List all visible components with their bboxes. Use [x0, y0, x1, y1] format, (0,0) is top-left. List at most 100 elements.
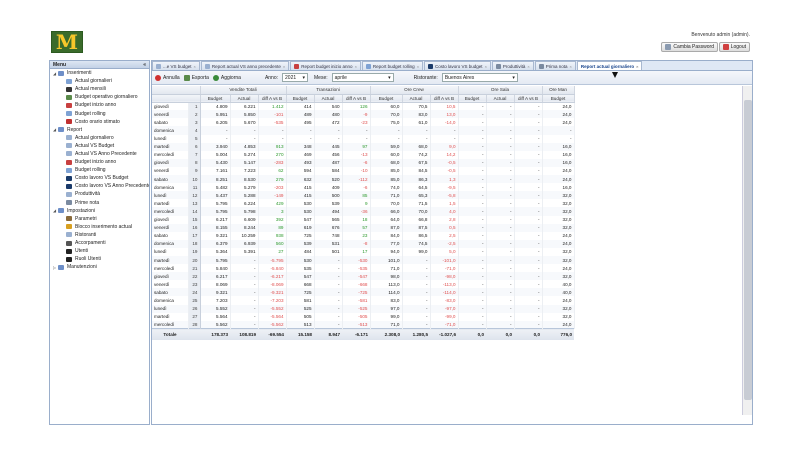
table-row[interactable]: domenica 4- - - - - - - - - - - - -	[152, 126, 575, 135]
sidebar-item-21[interactable]: Accorpamenti	[50, 239, 149, 247]
column-header[interactable]: Actual	[230, 94, 259, 103]
table-row[interactable]: lunedì 5- - - - - - - - - - - - -	[152, 134, 575, 143]
sidebar-item-1[interactable]: Actual giornalieri	[50, 77, 149, 85]
close-icon[interactable]: ×	[570, 64, 572, 69]
sidebar-item-3[interactable]: Budget operativo giornaliero	[50, 93, 149, 101]
table-row[interactable]: domenica 25 7.203- -7.203 581- -581 83,0- -83,0…	[152, 296, 575, 305]
cancel-button[interactable]: Annulla	[155, 74, 180, 81]
close-icon[interactable]: ×	[194, 64, 196, 69]
sidebar-item-23[interactable]: Ruoli Utenti	[50, 255, 149, 263]
close-icon[interactable]: ×	[636, 64, 638, 69]
close-icon[interactable]: ×	[355, 64, 357, 69]
tab-2[interactable]: Report budget inizio anno ×	[290, 61, 361, 70]
table-row[interactable]: martedì 6 3.940 4.853 913 348 445 97 59,0 68,0 9,0…	[152, 142, 575, 151]
column-header[interactable]: Actual	[402, 94, 431, 103]
sidebar-item-6[interactable]: Costo orario stimato	[50, 118, 149, 126]
column-header[interactable]: Budget	[286, 94, 315, 103]
sidebar-item-4[interactable]: Budget inizio anno	[50, 101, 149, 109]
value-cell: 4,0	[430, 207, 459, 216]
month-select[interactable]: aprile ▾	[331, 73, 394, 82]
value-cell: 6.205	[200, 118, 231, 127]
table-row[interactable]: domenica 18 6.379 6.939 560 539 531 -8 77,0 74,5-…	[152, 239, 575, 248]
restaurant-select[interactable]: Buenos Aires ▾	[441, 73, 518, 82]
sidebar-item-9[interactable]: Actual VS Budget	[50, 142, 149, 150]
column-header[interactable]: Budget	[370, 94, 403, 103]
column-header[interactable]: Budget	[542, 94, 575, 103]
table-row[interactable]: giovedì 8 5.430 5.147 -283 493 487 -6 68,0 67,5 -0…	[152, 158, 575, 167]
sidebar-item-19[interactable]: Blocco inserimento actual	[50, 223, 149, 231]
export-button[interactable]: Esporta	[183, 74, 209, 81]
sidebar-item-20[interactable]: Ristoranti	[50, 231, 149, 239]
sidebar-item-17[interactable]: ◢ Impostazioni	[50, 207, 149, 215]
table-row[interactable]: giovedì 22 6.217- -6.217 547- -547 98,0- -98,0-…	[152, 272, 575, 281]
column-header[interactable]: Actual	[314, 94, 343, 103]
table-row[interactable]: lunedì 19 5.364 5.391 27 484 501 17 94,0 99,0 5,0-…	[152, 247, 575, 256]
value-cell: 16,0	[542, 158, 575, 167]
table-row[interactable]: martedì 27 5.564- -5.564 505- -505 99,0- -99,0-…	[152, 312, 575, 321]
table-row[interactable]: mercoledì 7 5.004 5.274 270 469 456 -13 60,0 74,2…	[152, 150, 575, 159]
tab-3[interactable]: Report budget rolling ×	[361, 61, 424, 70]
close-icon[interactable]: ×	[527, 64, 529, 69]
year-select[interactable]: 2021 ▾	[282, 73, 309, 82]
close-icon[interactable]: ×	[485, 64, 487, 69]
column-header[interactable]: Budget	[458, 94, 487, 103]
table-row[interactable]: sabato 17 9.321 10.259 938 725 748 23 84,0 86,5 2,…	[152, 231, 575, 240]
table-row[interactable]: martedì 13 5.795 6.224 429 530 539 9 70,0 71,5 1,5…	[152, 199, 575, 208]
close-icon[interactable]: ×	[283, 64, 285, 69]
table-row[interactable]: giovedì 1 4.809 6.221 1.412 414 540 126 60,0 70,5…	[152, 102, 575, 111]
sidebar-item-7[interactable]: ◢ Report	[50, 126, 149, 134]
sidebar-item-24[interactable]: ▷ Manutenzioni	[50, 263, 149, 271]
table-row[interactable]: sabato 24 9.321- -9.321 725- -725 114,0- -114,0…	[152, 288, 575, 297]
tab-4[interactable]: Costo lavoro VS budget ×	[424, 61, 491, 70]
day-cell: mercoledì	[152, 320, 189, 329]
sidebar-item-8[interactable]: Actual giornaliero	[50, 134, 149, 142]
table-row[interactable]: martedì 20 5.795- -5.795 530- -530 101,0- -101,…	[152, 255, 575, 265]
collapse-icon[interactable]: «	[143, 62, 146, 68]
column-header[interactable]: diff A vs B	[430, 94, 459, 103]
table-row[interactable]: venerdì 16 8.155 8.244 89 619 676 57 87,0 87,5 0,5…	[152, 223, 575, 232]
sidebar-item-2[interactable]: Actual mensili	[50, 85, 149, 93]
tab-0[interactable]: ...e VS budget ×	[152, 61, 200, 70]
sidebar-item-0[interactable]: ◢ Inserimenti	[50, 69, 149, 77]
table-row[interactable]: domenica 11 5.482 5.279 -203 415 409 -6 74,0 64,5…	[152, 183, 575, 192]
tab-7[interactable]: Report actual giornaliero ×	[576, 61, 643, 70]
sidebar-item-11[interactable]: Budget inizio anno	[50, 158, 149, 166]
table-row[interactable]: giovedì 15 6.217 6.609 392 547 565 18 64,0 66,8 2,…	[152, 215, 575, 224]
column-header[interactable]: diff A vs B	[258, 94, 287, 103]
tab-1[interactable]: Report actual VS anno precedente ×	[200, 61, 290, 70]
tab-5[interactable]: Produttività ×	[491, 61, 534, 70]
table-row[interactable]: lunedì 12 5.437 5.288 -149 415 500 85 71,0 65,3 -5…	[152, 191, 575, 200]
sidebar-item-14[interactable]: Costo lavoro VS Anno Precedente	[50, 182, 149, 190]
table-row[interactable]: mercoledì 28 5.562- -5.562 513- -513 71,0- -71,…	[152, 320, 575, 329]
column-header[interactable]: diff A vs B	[342, 94, 371, 103]
table-row[interactable]: mercoledì 21 5.840- -5.840 535- -535 71,0- -71,…	[152, 264, 575, 273]
value-cell: -	[342, 134, 371, 143]
sidebar-item-15[interactable]: Produttività	[50, 190, 149, 198]
sidebar-item-12[interactable]: Budget rolling	[50, 166, 149, 174]
refresh-button[interactable]: Aggiorna	[212, 74, 241, 81]
close-icon[interactable]: ×	[417, 64, 419, 69]
total-cell: 8.947	[314, 328, 342, 340]
sidebar-item-13[interactable]: Costo lavoro VS Budget	[50, 174, 149, 182]
sidebar-item-16[interactable]: Prime nota	[50, 199, 149, 207]
table-row[interactable]: venerdì 2 5.951 5.850 -101 489 480 -9 70,0 83,0 13…	[152, 110, 575, 119]
change-password-button[interactable]: Cambia Password	[661, 42, 718, 52]
sidebar-item-5[interactable]: Budget rolling	[50, 109, 149, 117]
table-row[interactable]: mercoledì 14 5.795 5.798 3 530 494 -36 66,0 70,0 4…	[152, 207, 575, 216]
table-row[interactable]: sabato 3 6.205 5.670 -535 495 472 -23 75,0 61,0 -1…	[152, 118, 575, 127]
sidebar-item-18[interactable]: Parametri	[50, 215, 149, 223]
sidebar-item-22[interactable]: Utenti	[50, 247, 149, 255]
column-header[interactable]: Actual	[486, 94, 515, 103]
scrollbar-thumb[interactable]	[744, 100, 752, 400]
sidebar-item-10[interactable]: Actual VS Anno Precedente	[50, 150, 149, 158]
table-row[interactable]: lunedì 26 5.552- -5.552 525- -525 97,0- -97,0- -…	[152, 304, 575, 313]
table-row[interactable]: venerdì 9 7.161 7.223 62 594 584 -10 85,0 84,5 -0,…	[152, 166, 575, 176]
logout-button[interactable]: Logout	[718, 42, 750, 52]
table-row[interactable]: venerdì 23 8.069- -8.069 668- -668 113,0- -113,…	[152, 280, 575, 289]
column-header[interactable]: Budget	[200, 94, 231, 103]
column-header[interactable]: diff A vs B	[514, 94, 543, 103]
table-row[interactable]: sabato 10 8.251 8.530 279 632 520 -112 85,0 86,3 1…	[152, 175, 575, 184]
vertical-scrollbar[interactable]	[742, 86, 752, 415]
value-cell: 632	[286, 175, 315, 184]
tab-6[interactable]: Prima nota ×	[534, 61, 576, 70]
